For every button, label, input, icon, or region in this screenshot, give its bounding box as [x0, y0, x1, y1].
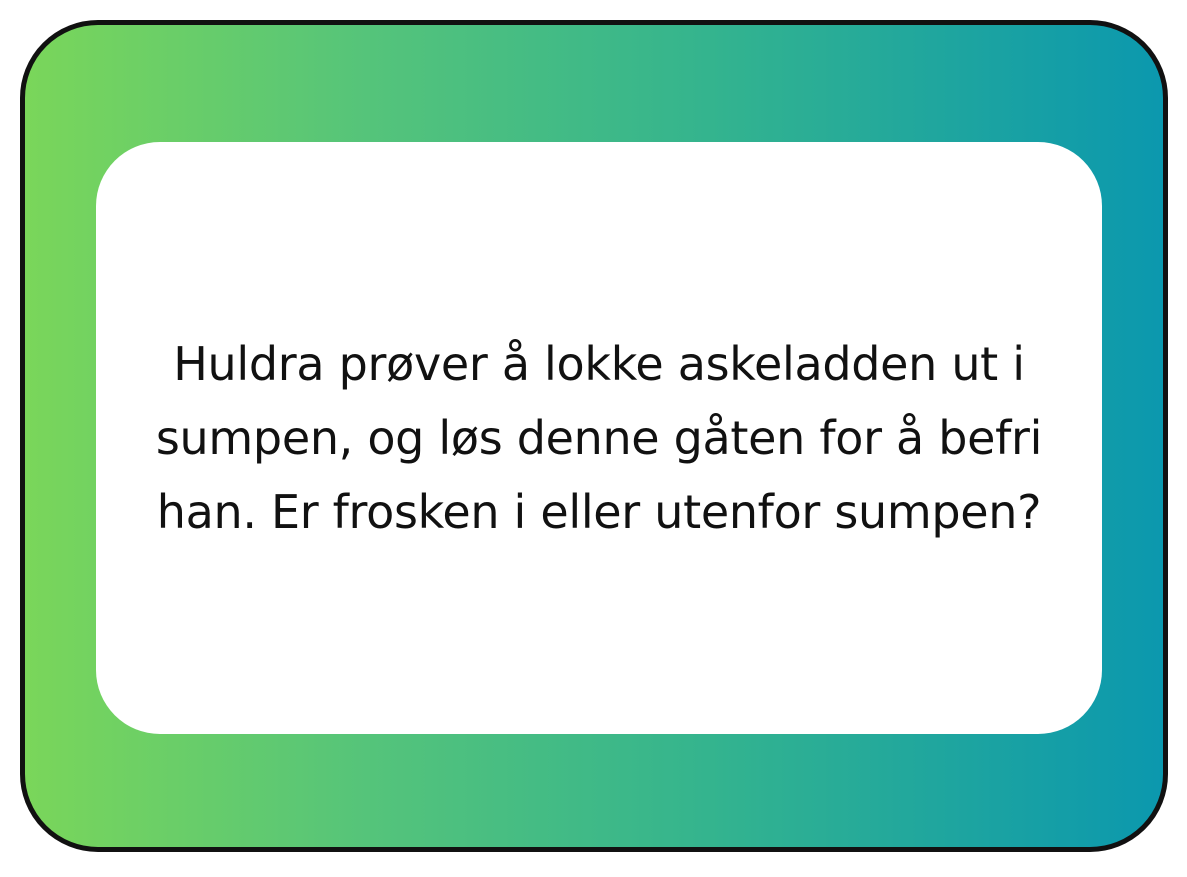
puzzle-question-text: Huldra prøver å lokke askeladden ut i su…	[155, 337, 1043, 539]
puzzle-text-panel: Huldra prøver å lokke askeladden ut i su…	[96, 142, 1102, 734]
